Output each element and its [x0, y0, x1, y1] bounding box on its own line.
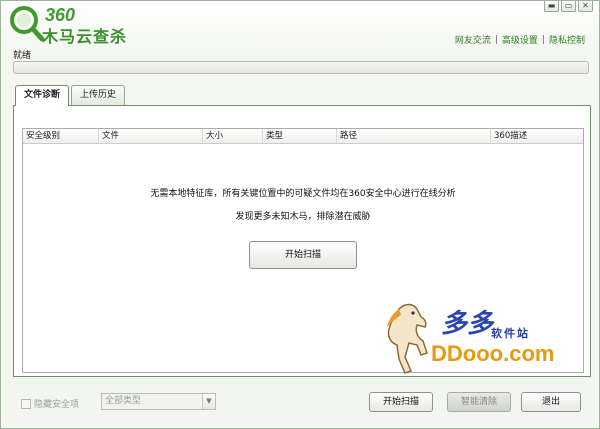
column-header-file[interactable]: 文件	[99, 129, 203, 143]
horse-mascot-icon	[387, 303, 428, 374]
tab-file-diagnosis[interactable]: 文件诊断	[15, 85, 70, 106]
magnifier-logo-icon	[10, 6, 45, 42]
window-controls: ▬ ▭ ✕	[544, 1, 593, 12]
link-separator: |	[541, 34, 545, 45]
watermark-cn: 多多	[441, 309, 494, 339]
link-privacy-control[interactable]: 隐私控制	[549, 33, 585, 46]
site-watermark: 多多 软件站 DDooo.com	[379, 301, 589, 377]
hide-safe-items-checkbox[interactable]: 隐藏安全项	[21, 397, 79, 410]
logo-name: 木马云查杀	[42, 29, 128, 46]
top-links: 网友交流 | 高级设置 | 隐私控制	[455, 33, 585, 47]
watermark-site: 软件站	[491, 327, 530, 340]
link-separator: |	[494, 34, 498, 45]
info-message-line1: 无需本地特征库，所有关键位置中的可疑文件均在360安全中心进行在线分析	[150, 189, 456, 199]
column-header-description[interactable]: 360描述	[491, 129, 583, 143]
type-filter-value: 全部类型	[105, 396, 142, 406]
column-header-path[interactable]: 路径	[337, 129, 491, 143]
watermark-url: DDooo.com	[431, 341, 555, 366]
scan-progress-bar	[13, 61, 589, 74]
checkbox-box[interactable]	[21, 398, 31, 409]
tab-upload-history[interactable]: 上传历史	[71, 85, 126, 105]
restore-icon[interactable]: ▭	[561, 1, 576, 12]
link-community[interactable]: 网友交流	[455, 33, 491, 46]
column-header-security-level[interactable]: 安全级别	[23, 129, 99, 143]
exit-button[interactable]: 退出	[521, 392, 581, 412]
app-logo: 360 木马云查杀	[9, 5, 139, 46]
column-header-size[interactable]: 大小	[203, 129, 263, 143]
hide-safe-items-label: 隐藏安全项	[34, 400, 80, 410]
info-message-line2: 发现更多未知木马，排除潜在威胁	[235, 212, 371, 222]
start-scan-center-button[interactable]: 开始扫描	[249, 241, 357, 269]
tab-bar: 文件诊断 上传历史	[15, 85, 126, 106]
status-text: 就绪	[13, 51, 32, 61]
type-filter-select[interactable]: 全部类型 ▼	[101, 393, 216, 410]
column-header-type[interactable]: 类型	[263, 129, 337, 143]
start-scan-button[interactable]: 开始扫描	[369, 392, 433, 412]
smart-clean-button[interactable]: 智能清除	[447, 392, 511, 412]
main-window: 360 木马云查杀 ▬ ▭ ✕ 网友交流 | 高级设置 | 隐私控制 就绪 文件…	[0, 0, 600, 429]
link-advanced-settings[interactable]: 高级设置	[502, 33, 538, 46]
close-icon[interactable]: ✕	[578, 1, 593, 12]
table-header: 安全级别 文件 大小 类型 路径 360描述	[23, 129, 583, 144]
chevron-down-icon[interactable]: ▼	[202, 394, 215, 409]
minimize-icon[interactable]: ▬	[544, 1, 559, 12]
